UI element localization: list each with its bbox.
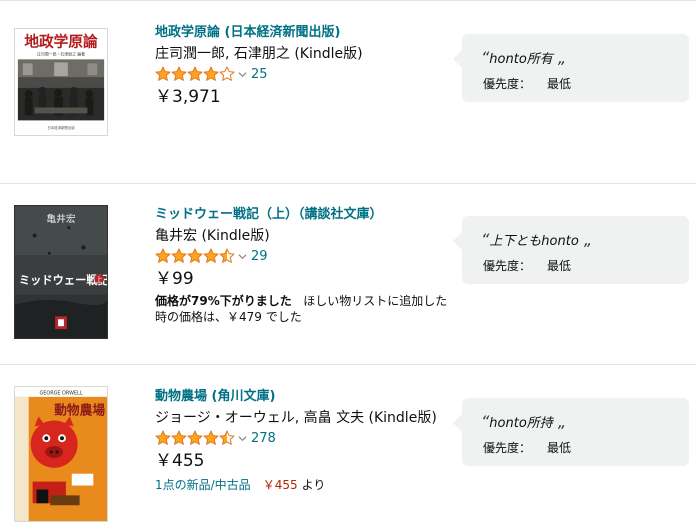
comment-text: honto所有 bbox=[489, 52, 553, 67]
offers-link[interactable]: 1点の新品/中古品 bbox=[155, 478, 251, 492]
cover-image-midway: 亀井宏 ミッドウェー戦記 上 bbox=[15, 206, 107, 338]
close-quote: „ bbox=[578, 230, 593, 249]
item-info-3: 動物農場 (角川文庫) ジョージ・オーウェル, 高畠 文夫 (Kindle版) … bbox=[155, 388, 455, 493]
item-comment: “上下ともhonto „ bbox=[481, 230, 592, 249]
priority-label: 優先度： bbox=[483, 259, 532, 273]
item-title-link[interactable]: 地政学原論 (日本経済新聞出版) bbox=[155, 24, 455, 42]
rating-row: 25 bbox=[155, 65, 455, 83]
priority-value: 最低 bbox=[547, 259, 572, 273]
star-full-icon bbox=[155, 430, 171, 445]
rating-count-link[interactable]: 278 bbox=[251, 431, 276, 446]
comment-bubble-1: “honto所有 „ 優先度： 最低 bbox=[453, 34, 689, 102]
offers-price: ￥455 bbox=[262, 478, 298, 492]
offers-suffix: より bbox=[301, 478, 326, 492]
comment-text: honto所持 bbox=[489, 416, 553, 431]
star-full-icon bbox=[155, 248, 171, 263]
star-rating[interactable] bbox=[155, 66, 235, 82]
rating-row: 278 bbox=[155, 429, 455, 447]
star-full-icon bbox=[155, 66, 171, 81]
star-half-icon bbox=[219, 430, 235, 445]
star-full-icon bbox=[203, 430, 219, 445]
priority: 優先度： 最低 bbox=[483, 439, 571, 456]
cover-image-animal-farm: GEORGE ORWELL 動物農場 bbox=[15, 387, 107, 521]
close-quote: „ bbox=[552, 412, 567, 431]
price-drop-note: 価格が79%下がりました ほしい物リストに追加した時の価格は、￥479 でした bbox=[155, 293, 455, 325]
cover-title: ミッドウェー戦記 bbox=[19, 273, 107, 287]
star-empty-icon bbox=[219, 66, 235, 81]
star-rating[interactable] bbox=[155, 248, 235, 264]
item-info-1: 地政学原論 (日本経済新聞出版) 庄司潤一郎, 石津朋之 (Kindle版) 2… bbox=[155, 24, 455, 108]
cover-volume: 上 bbox=[96, 275, 103, 284]
item-comment: “honto所持 „ bbox=[481, 412, 566, 431]
item-title-link[interactable]: ミッドウェー戦記（上）（講談社文庫） bbox=[155, 206, 455, 224]
comment-text: 上下ともhonto bbox=[489, 234, 579, 249]
divider bbox=[0, 364, 696, 365]
priority: 優先度： 最低 bbox=[483, 75, 571, 92]
star-rating[interactable] bbox=[155, 430, 235, 446]
star-full-icon bbox=[203, 66, 219, 81]
rating-count-link[interactable]: 29 bbox=[251, 249, 268, 264]
item-title-link[interactable]: 動物農場 (角川文庫) bbox=[155, 388, 455, 406]
wishlist: 地政学原論 庄司潤一郎・石津朋之 編著 日本経済新聞出版 地政学原論 (日本経済… bbox=[0, 0, 696, 532]
cover-publisher: 日本経済新聞出版 bbox=[47, 125, 75, 130]
chevron-down-icon[interactable] bbox=[238, 434, 247, 443]
star-full-icon bbox=[187, 430, 203, 445]
star-half-icon bbox=[219, 248, 235, 263]
book-cover-1[interactable]: 地政学原論 庄司潤一郎・石津朋之 編著 日本経済新聞出版 bbox=[14, 28, 108, 136]
item-author: ジョージ・オーウェル, 高畠 文夫 (Kindle版) bbox=[155, 410, 437, 426]
rating-count-link[interactable]: 25 bbox=[251, 67, 268, 82]
item-comment: “honto所有 „ bbox=[481, 48, 566, 67]
priority-label: 優先度： bbox=[483, 441, 532, 455]
divider bbox=[0, 0, 696, 1]
star-full-icon bbox=[187, 66, 203, 81]
comment-bubble-2: “上下ともhonto „ 優先度： 最低 bbox=[453, 216, 689, 284]
item-price: ￥455 bbox=[155, 451, 205, 471]
chevron-down-icon[interactable] bbox=[238, 70, 247, 79]
close-quote: „ bbox=[552, 48, 567, 67]
offers-line: 1点の新品/中古品 ￥455 より bbox=[155, 477, 455, 493]
star-full-icon bbox=[203, 248, 219, 263]
cover-title: 動物農場 bbox=[54, 403, 105, 419]
item-info-2: ミッドウェー戦記（上）（講談社文庫） 亀井宏 (Kindle版) 29 ￥99 … bbox=[155, 206, 455, 325]
item-author: 庄司潤一郎, 石津朋之 (Kindle版) bbox=[155, 46, 363, 62]
priority-label: 優先度： bbox=[483, 77, 532, 91]
book-cover-2[interactable]: 亀井宏 ミッドウェー戦記 上 bbox=[14, 205, 108, 339]
cover-author: 亀井宏 bbox=[46, 212, 75, 225]
item-price: ￥99 bbox=[155, 269, 194, 289]
item-price: ￥3,971 bbox=[155, 87, 221, 107]
star-full-icon bbox=[187, 248, 203, 263]
divider bbox=[0, 183, 696, 184]
cover-image-chiseigaku: 地政学原論 庄司潤一郎・石津朋之 編著 日本経済新聞出版 bbox=[15, 29, 107, 135]
priority: 優先度： 最低 bbox=[483, 257, 571, 274]
cover-author: GEORGE ORWELL bbox=[40, 390, 83, 396]
item-author: 亀井宏 (Kindle版) bbox=[155, 228, 270, 244]
rating-row: 29 bbox=[155, 247, 455, 265]
chevron-down-icon[interactable] bbox=[238, 252, 247, 261]
cover-subtitle: 庄司潤一郎・石津朋之 編著 bbox=[37, 51, 85, 56]
priority-value: 最低 bbox=[547, 77, 572, 91]
star-full-icon bbox=[171, 248, 187, 263]
book-cover-3[interactable]: GEORGE ORWELL 動物農場 bbox=[14, 386, 108, 522]
comment-bubble-3: “honto所持 „ 優先度： 最低 bbox=[453, 398, 689, 466]
star-full-icon bbox=[171, 430, 187, 445]
star-full-icon bbox=[171, 66, 187, 81]
price-drop-headline: 価格が79%下がりました bbox=[155, 294, 292, 308]
priority-value: 最低 bbox=[547, 441, 572, 455]
cover-title: 地政学原論 bbox=[24, 33, 98, 51]
